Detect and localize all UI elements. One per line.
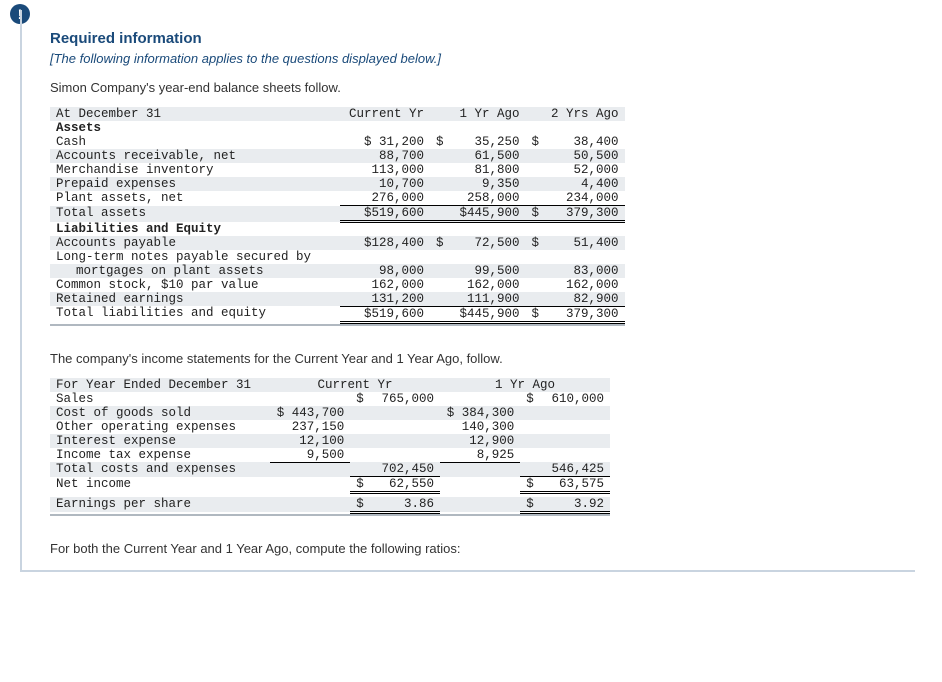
cell: 162,000 bbox=[545, 278, 625, 292]
cell: 702,450 bbox=[370, 462, 440, 477]
cell: 50,500 bbox=[545, 149, 625, 163]
balance-sheet-table: At December 31 Current Yr 1 Yr Ago 2 Yrs… bbox=[50, 107, 625, 324]
cell: 237,150 bbox=[270, 420, 350, 434]
row-label: Other operating expenses bbox=[50, 420, 270, 434]
cell: 379,300 bbox=[545, 206, 625, 222]
cell: 9,500 bbox=[270, 448, 350, 463]
cell: 98,000 bbox=[340, 264, 430, 278]
cell: 111,900 bbox=[450, 292, 526, 307]
cell: 234,000 bbox=[545, 191, 625, 206]
cell: 83,000 bbox=[545, 264, 625, 278]
cell: 162,000 bbox=[450, 278, 526, 292]
cell: 62,550 bbox=[370, 477, 440, 493]
row-label: Earnings per share bbox=[50, 497, 270, 513]
cell: $445,900 bbox=[450, 306, 526, 322]
cell: 546,425 bbox=[540, 462, 610, 477]
cell: $445,900 bbox=[450, 206, 526, 222]
row-label: Prepaid expenses bbox=[50, 177, 340, 191]
cell: $ 384,300 bbox=[440, 406, 520, 420]
row-label: Merchandise inventory bbox=[50, 163, 340, 177]
cell: 10,700 bbox=[340, 177, 430, 191]
cell: 3.92 bbox=[540, 497, 610, 513]
lead-text-2: The company's income statements for the … bbox=[50, 351, 887, 366]
instruction-text: For both the Current Year and 1 Year Ago… bbox=[50, 541, 887, 556]
row-label: mortgages on plant assets bbox=[50, 264, 340, 278]
assets-header: Assets bbox=[50, 121, 340, 135]
bs-col1: Current Yr bbox=[340, 107, 430, 121]
cell: 8,925 bbox=[440, 448, 520, 463]
cell: 131,200 bbox=[340, 292, 430, 307]
bs-col3: 2 Yrs Ago bbox=[545, 107, 625, 121]
cell: 113,000 bbox=[340, 163, 430, 177]
row-label: Total liabilities and equity bbox=[50, 306, 340, 322]
cell: 258,000 bbox=[450, 191, 526, 206]
cell: $519,600 bbox=[340, 206, 430, 222]
cell: 35,250 bbox=[450, 135, 526, 149]
cell: 162,000 bbox=[340, 278, 430, 292]
is-header: For Year Ended December 31 bbox=[50, 378, 270, 392]
is-col2: 1 Yr Ago bbox=[440, 378, 610, 392]
cell: 276,000 bbox=[340, 191, 430, 206]
cell: 82,900 bbox=[545, 292, 625, 307]
cell: 140,300 bbox=[440, 420, 520, 434]
row-label: Plant assets, net bbox=[50, 191, 340, 206]
row-label: Cost of goods sold bbox=[50, 406, 270, 420]
cell: 4,400 bbox=[545, 177, 625, 191]
bs-header: At December 31 bbox=[50, 107, 340, 121]
cell: $128,400 bbox=[340, 236, 430, 250]
row-label: Accounts payable bbox=[50, 236, 340, 250]
cell: 610,000 bbox=[540, 392, 610, 406]
row-label: Cash bbox=[50, 135, 340, 149]
cell: 51,400 bbox=[545, 236, 625, 250]
row-label: Income tax expense bbox=[50, 448, 270, 463]
cell: 63,575 bbox=[540, 477, 610, 493]
cell: $ 31,200 bbox=[340, 135, 430, 149]
row-label: Retained earnings bbox=[50, 292, 340, 307]
cell: $519,600 bbox=[340, 306, 430, 322]
cell: 99,500 bbox=[450, 264, 526, 278]
problem-panel: Required information [The following info… bbox=[20, 10, 915, 572]
row-label: Total costs and expenses bbox=[50, 462, 270, 477]
row-label: Common stock, $10 par value bbox=[50, 278, 340, 292]
row-label: Long-term notes payable secured by bbox=[50, 250, 340, 264]
lead-text-1: Simon Company's year-end balance sheets … bbox=[50, 80, 887, 95]
cell: $ 443,700 bbox=[270, 406, 350, 420]
cell: 12,900 bbox=[440, 434, 520, 448]
row-label: Accounts receivable, net bbox=[50, 149, 340, 163]
income-statement-table: For Year Ended December 31 Current Yr 1 … bbox=[50, 378, 610, 514]
cell: 38,400 bbox=[545, 135, 625, 149]
intro-text: [The following information applies to th… bbox=[50, 51, 887, 66]
liab-eq-header: Liabilities and Equity bbox=[50, 222, 340, 236]
cell: 9,350 bbox=[450, 177, 526, 191]
cell: 765,000 bbox=[370, 392, 440, 406]
cell: 3.86 bbox=[370, 497, 440, 513]
row-label: Net income bbox=[50, 477, 270, 493]
cell: 88,700 bbox=[340, 149, 430, 163]
is-col1: Current Yr bbox=[270, 378, 440, 392]
row-label: Interest expense bbox=[50, 434, 270, 448]
row-label: Total assets bbox=[50, 206, 340, 222]
cell: 52,000 bbox=[545, 163, 625, 177]
bs-col2: 1 Yr Ago bbox=[450, 107, 526, 121]
cell: 72,500 bbox=[450, 236, 526, 250]
cell: 379,300 bbox=[545, 306, 625, 322]
cell: 61,500 bbox=[450, 149, 526, 163]
panel-title: Required information bbox=[50, 30, 887, 47]
row-label: Sales bbox=[50, 392, 270, 406]
cell: 81,800 bbox=[450, 163, 526, 177]
cell: 12,100 bbox=[270, 434, 350, 448]
